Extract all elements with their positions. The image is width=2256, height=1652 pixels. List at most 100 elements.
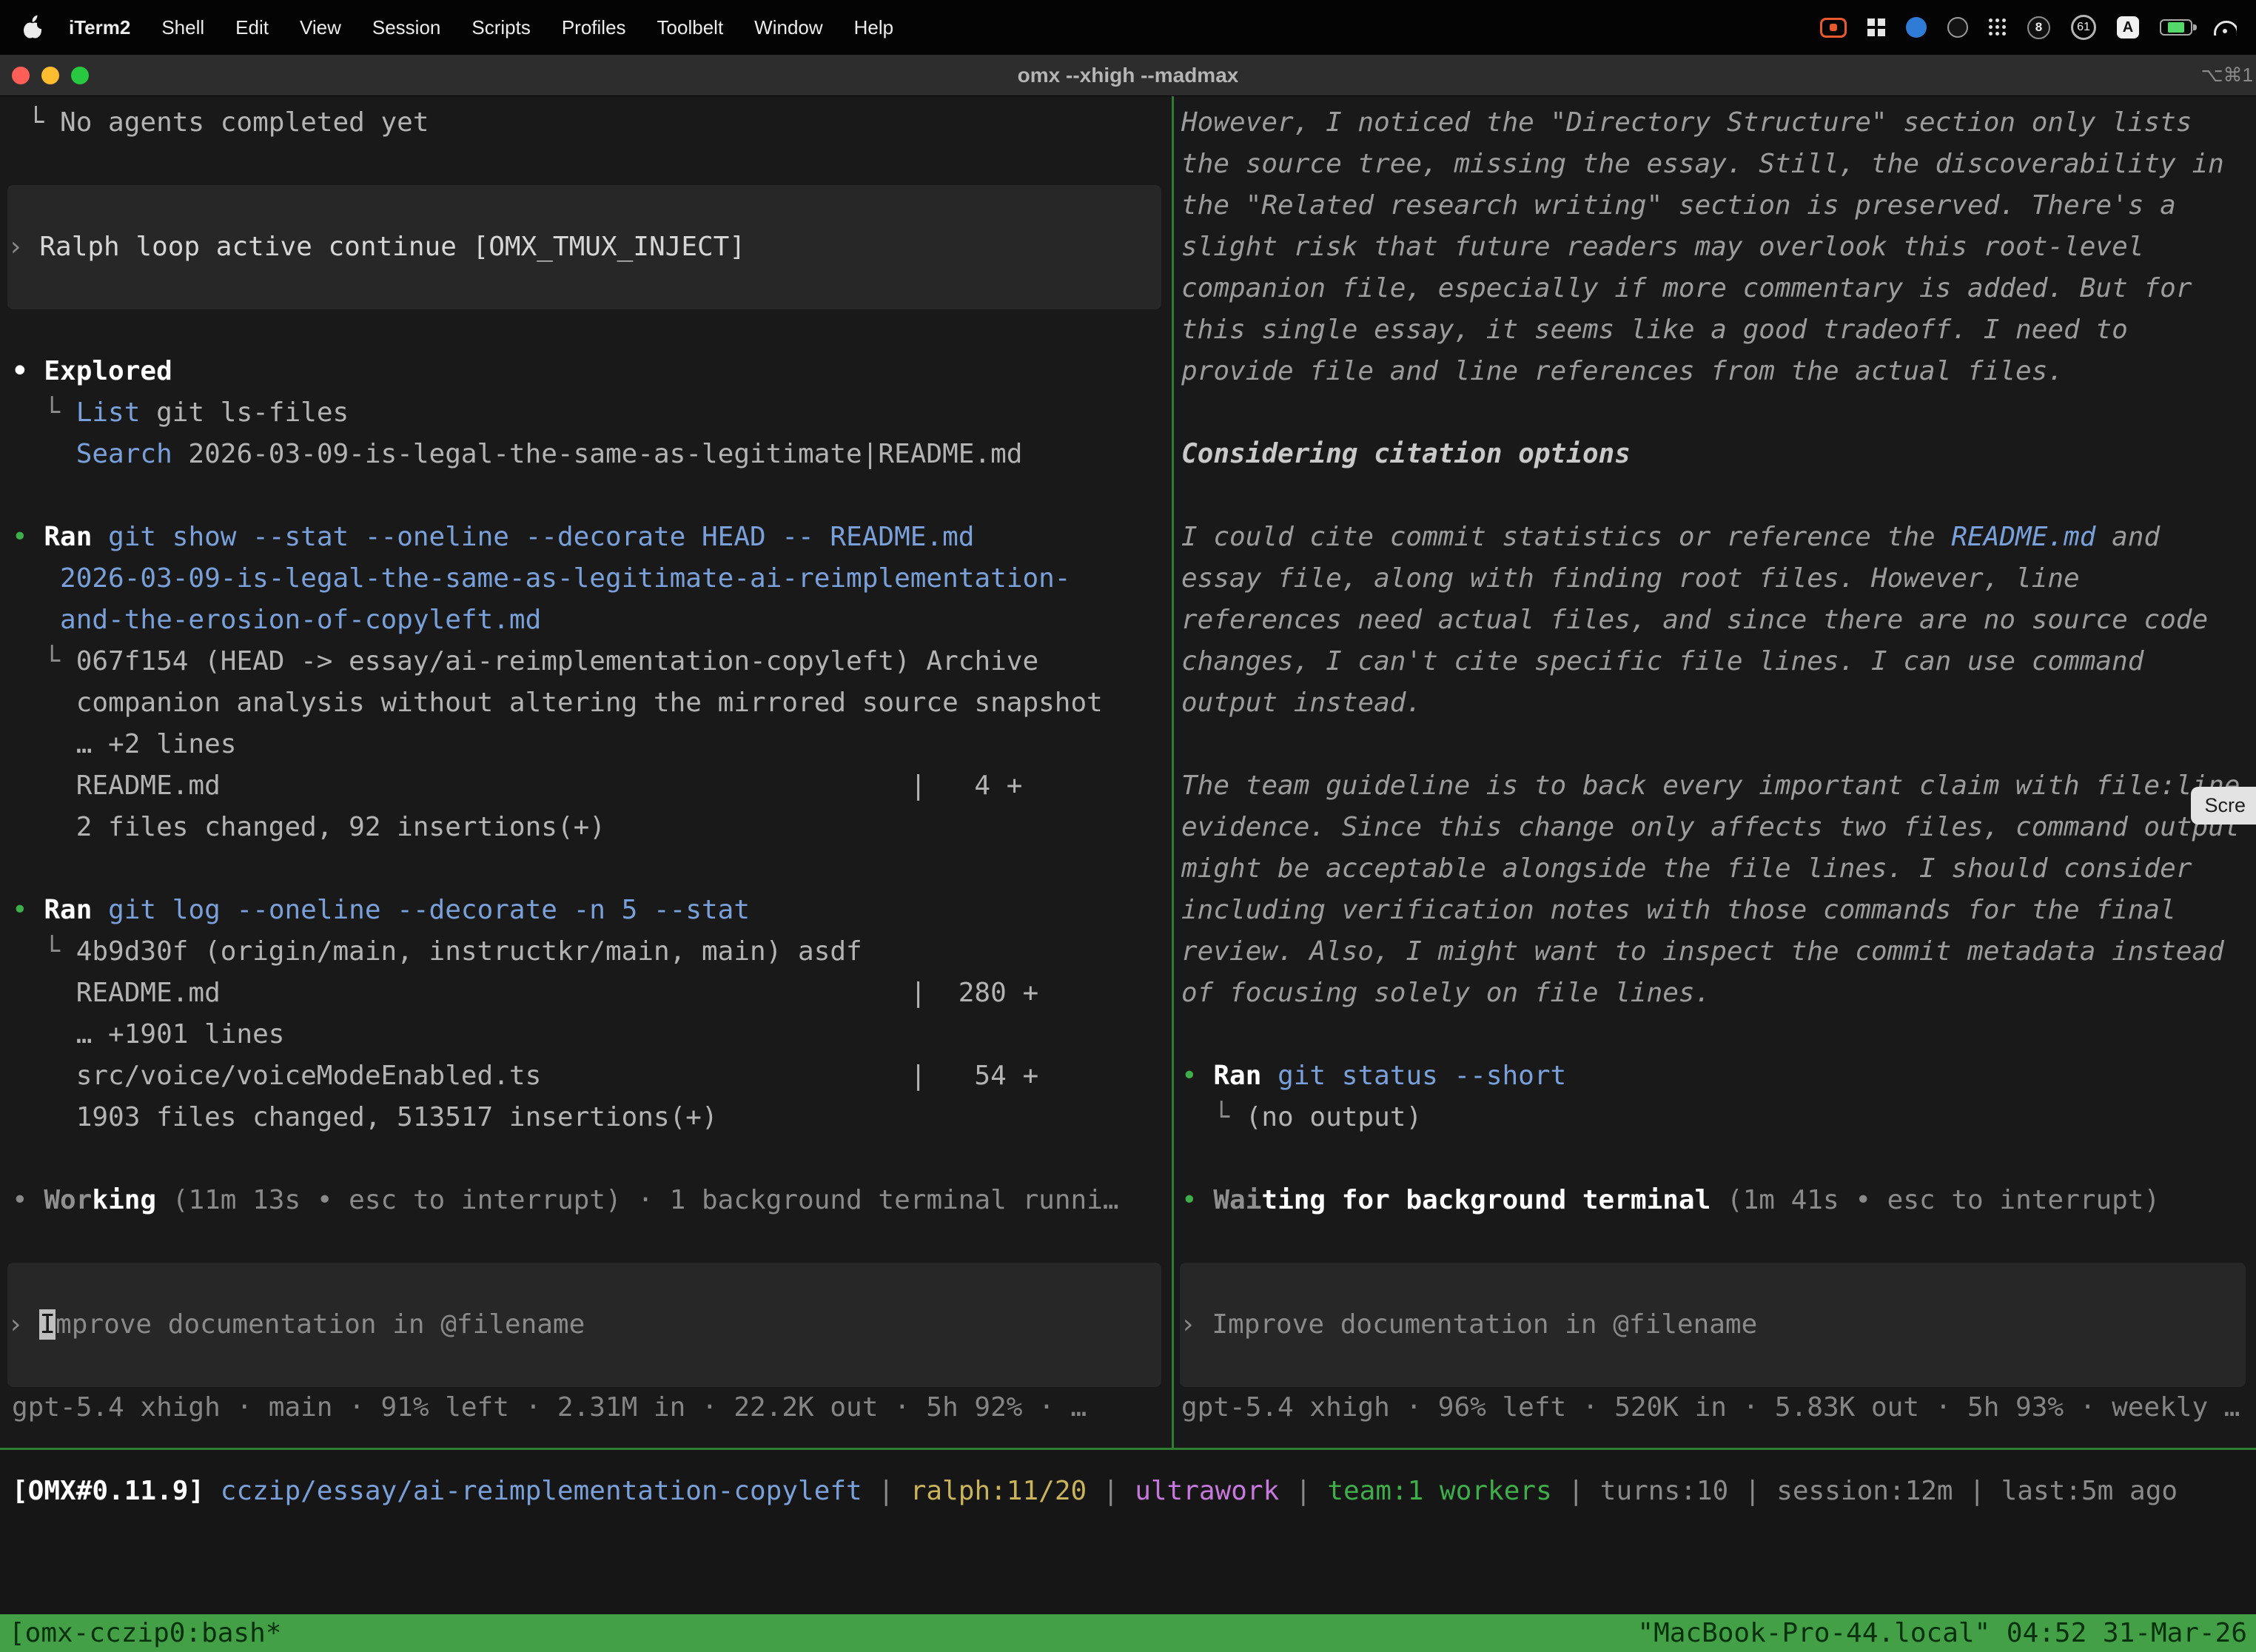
- text-segment: this single essay, it seems like a good …: [1181, 315, 2128, 345]
- terminal-pane-right[interactable]: However, I noticed the "Directory Struct…: [1174, 96, 2256, 1448]
- battery-icon[interactable]: [2160, 19, 2192, 36]
- text-segment: git ls-files: [140, 397, 349, 428]
- empty-terminal-space: [0, 1531, 2256, 1614]
- text-segment: 1903 files changed, 513517 insertions(+): [12, 1102, 718, 1132]
- menu-item-window[interactable]: Window: [739, 16, 838, 38]
- text-segment: The team guideline is to back every impo…: [1181, 770, 2240, 801]
- text-segment: •: [1181, 1185, 1213, 1215]
- terminal-row: [12, 309, 1172, 351]
- window-title: omx --xhigh --madmax: [0, 64, 2256, 87]
- screen-recording-indicator[interactable]: [1820, 18, 1847, 38]
- text-segment: … +2 lines: [12, 729, 236, 759]
- terminal-row: [1181, 724, 2256, 765]
- text-segment: the "Related research writing" section i…: [1181, 190, 2176, 221]
- menu-item-session[interactable]: Session: [357, 16, 457, 38]
- menu-item-edit[interactable]: Edit: [220, 16, 284, 38]
- text-segment: |: [1087, 1476, 1135, 1506]
- text-segment: companion file, especially if more comme…: [1181, 273, 2192, 303]
- menu-item-view[interactable]: View: [284, 16, 357, 38]
- text-segment: 067f154 (HEAD -> essay/ai-reimplementati…: [76, 646, 1038, 676]
- input-source-icon[interactable]: A: [2117, 16, 2139, 38]
- text-segment: king: [92, 1185, 156, 1215]
- wifi-icon[interactable]: [2213, 19, 2237, 36]
- terminal-row: • Explored: [12, 351, 1172, 392]
- terminal-row: 2026-03-09-is-legal-the-same-as-legitima…: [12, 558, 1172, 600]
- prompt-input-left[interactable]: › Improve documentation in @filename: [7, 1263, 1161, 1387]
- text-segment: Ran: [44, 895, 92, 925]
- terminal-row: the "Related research writing" section i…: [1181, 185, 2256, 226]
- terminal-row: [1181, 1138, 2256, 1180]
- terminal-row: output instead.: [1181, 682, 2256, 724]
- menu-item-profiles[interactable]: Profiles: [546, 16, 642, 38]
- text-segment: review. Also, I might want to inspect th…: [1181, 936, 2224, 967]
- prompt-input-right[interactable]: › Improve documentation in @filename: [1180, 1263, 2246, 1387]
- text-segment: └: [12, 397, 76, 428]
- text-segment: •: [12, 895, 44, 925]
- menu-item-help[interactable]: Help: [839, 16, 909, 38]
- terminal-row: of focusing solely on file lines.: [1181, 973, 2256, 1014]
- text-segment: ultrawork: [1135, 1476, 1279, 1506]
- tmux-session-window: [omx-cczip0:bash*: [9, 1618, 281, 1648]
- prompt-text-left: › Improve documentation in @filename: [7, 1304, 585, 1346]
- text-segment: (1m 41s • esc to interrupt): [1711, 1185, 2160, 1215]
- terminal-split-panes: └ No agents completed yet › Ralph loop a…: [0, 96, 2256, 1448]
- text-segment: Improve documentation in @filename: [1212, 1309, 1757, 1340]
- terminal-row: [12, 144, 1172, 185]
- text-segment: references need actual files, and since …: [1181, 605, 2208, 635]
- terminal-row: references need actual files, and since …: [1181, 600, 2256, 641]
- close-window-button[interactable]: [12, 67, 30, 84]
- apple-menu[interactable]: [22, 15, 43, 40]
- eight-ball-icon[interactable]: 8: [2027, 16, 2050, 39]
- injected-command-banner: › Ralph loop active continue [OMX_TMUX_I…: [7, 185, 1161, 309]
- zoom-window-button[interactable]: [71, 67, 89, 84]
- terminal-row: └ List git ls-files: [12, 392, 1172, 434]
- terminal-row: this single essay, it seems like a good …: [1181, 309, 2256, 351]
- terminal-row: • Ran git status --short: [1181, 1055, 2256, 1097]
- text-segment: essay file, along with finding root file…: [1181, 563, 2080, 594]
- text-segment: Ran: [44, 522, 92, 552]
- battery-percent-icon[interactable]: 61: [2071, 15, 2096, 40]
- text-segment: Ralph loop active continue [OMX_TMUX_INJ…: [39, 232, 745, 262]
- terminal-row: including verification notes with those …: [1181, 890, 2256, 931]
- macos-menubar: iTerm2ShellEditViewSessionScriptsProfile…: [0, 0, 2256, 55]
- context-status-right: gpt-5.4 xhigh · 96% left · 520K in · 5.8…: [1181, 1387, 2256, 1428]
- terminal-row: [1181, 1221, 2256, 1263]
- traffic-lights: [0, 67, 89, 84]
- terminal-row: provide file and line references from th…: [1181, 351, 2256, 392]
- dots-grid-icon[interactable]: [1989, 19, 2007, 36]
- dark-app-icon[interactable]: [1947, 17, 1968, 38]
- text-segment: turns:10 | session:12m | last:5m ago: [1600, 1476, 2178, 1506]
- terminal-row: … +2 lines: [12, 724, 1172, 765]
- terminal-row: README.md | 280 +: [12, 973, 1172, 1014]
- terminal-row: [12, 1221, 1172, 1263]
- terminal-row: └ (no output): [1181, 1097, 2256, 1138]
- text-segment: git status --short: [1278, 1061, 1566, 1091]
- menu-item-shell[interactable]: Shell: [146, 16, 220, 38]
- text-segment: •: [12, 522, 44, 552]
- window-shortcut-badge: ⌥⌘1: [2201, 64, 2256, 87]
- menu-item-iterm2[interactable]: iTerm2: [53, 16, 146, 38]
- text-segment: (11m 13s • esc to interrupt) · 1 backgro…: [156, 1185, 1118, 1215]
- terminal-row: might be acceptable alongside the file l…: [1181, 848, 2256, 890]
- terminal-row: slight risk that future readers may over…: [1181, 226, 2256, 268]
- grid-icon[interactable]: [1867, 19, 1885, 36]
- text-segment: including verification notes with those …: [1181, 895, 2176, 925]
- menu-item-scripts[interactable]: Scripts: [456, 16, 545, 38]
- terminal-row: [1181, 475, 2256, 517]
- text-segment: |: [1279, 1476, 1327, 1506]
- blue-app-icon[interactable]: [1906, 17, 1927, 38]
- minimize-window-button[interactable]: [41, 67, 59, 84]
- text-segment: mprove documentation in @filename: [56, 1309, 585, 1340]
- clipped-edge-button[interactable]: Scre: [2191, 787, 2256, 825]
- terminal-pane-left[interactable]: └ No agents completed yet › Ralph loop a…: [0, 96, 1172, 1448]
- text-segment: •: [1181, 1061, 1213, 1091]
- text-segment: List: [76, 397, 141, 428]
- text-segment: I: [39, 1309, 56, 1340]
- text-segment: However, I noticed the "Directory Struct…: [1181, 107, 2192, 138]
- menu-item-toolbelt[interactable]: Toolbelt: [642, 16, 739, 38]
- apple-icon: [22, 15, 43, 40]
- text-segment: └: [12, 646, 76, 676]
- terminal-row: companion file, especially if more comme…: [1181, 268, 2256, 309]
- terminal-row: • Working (11m 13s • esc to interrupt) ·…: [12, 1180, 1172, 1221]
- text-segment: 4b9d30f (origin/main, instructkr/main, m…: [76, 936, 862, 967]
